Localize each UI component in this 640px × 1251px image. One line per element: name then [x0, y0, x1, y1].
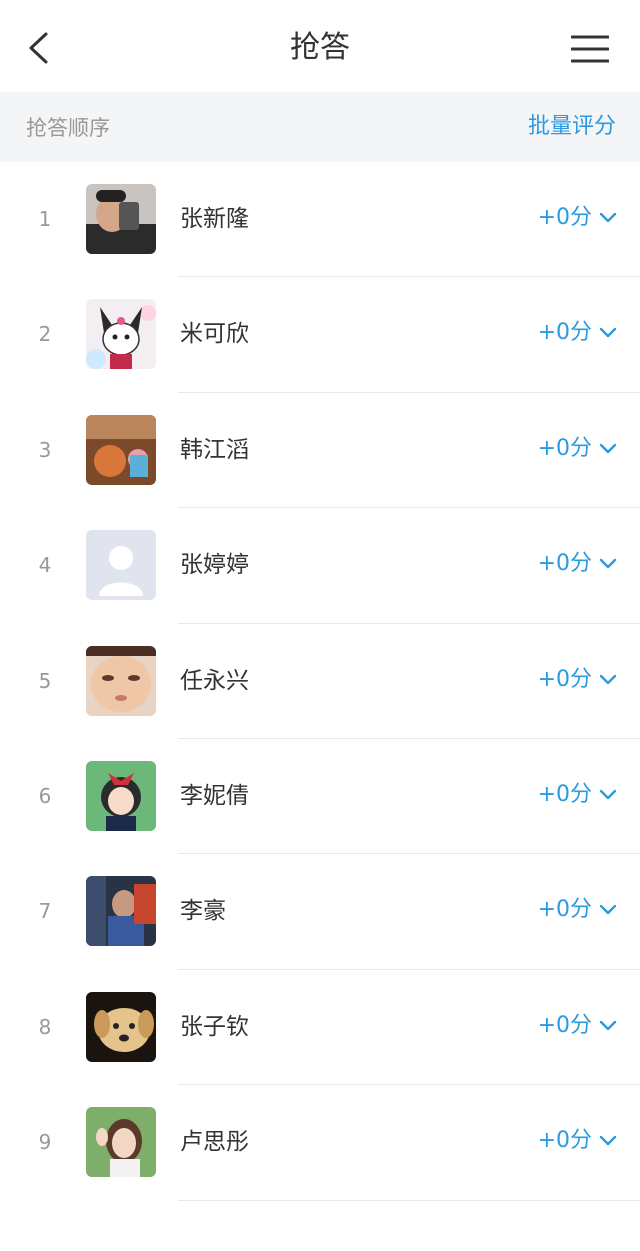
avatar-image: [86, 530, 156, 601]
score-value: +0分: [537, 897, 592, 923]
chevron-down-icon: [599, 443, 617, 453]
avatar: [86, 184, 156, 254]
score-dropdown[interactable]: +0分: [538, 548, 618, 580]
student-name: 李豪: [180, 898, 226, 925]
student-row[interactable]: 3 韩江滔 +0分: [0, 393, 640, 509]
chevron-down-icon: [599, 674, 617, 684]
student-row[interactable]: 2 米可欣 +0分: [0, 277, 640, 393]
rank-number: 8: [38, 1014, 52, 1039]
chevron-down-icon: [599, 1020, 617, 1030]
student-name: 卢思彤: [180, 1129, 249, 1156]
student-name: 韩江滔: [180, 436, 249, 463]
score-dropdown[interactable]: +0分: [538, 433, 618, 465]
avatar: [86, 1107, 156, 1178]
student-name: 任永兴: [180, 667, 249, 694]
rank-number: 3: [38, 437, 52, 462]
rank-number: 9: [38, 1130, 52, 1155]
avatar: [86, 299, 156, 370]
student-row[interactable]: 6 李妮倩 +0分: [0, 739, 640, 855]
student-list: 1 张新隆 +0分 2 米可欣 +0分 3 韩江滔 +0分 4 张婷婷 +0分 5 任永兴 +0分 6 李妮倩 +…: [0, 162, 640, 1201]
student-name: 张婷婷: [180, 552, 249, 579]
avatar-image: [86, 876, 156, 947]
rank-number: 7: [38, 899, 52, 924]
score-dropdown[interactable]: +0分: [538, 317, 618, 349]
score-value: +0分: [537, 666, 592, 692]
chevron-down-icon: [599, 558, 617, 569]
chevron-down-icon: [599, 328, 617, 338]
score-dropdown[interactable]: +0分: [538, 664, 618, 696]
student-name: 张新隆: [180, 206, 249, 232]
avatar: [86, 414, 156, 485]
score-value: +0分: [537, 320, 592, 346]
rank-number: 6: [38, 783, 52, 808]
score-value: +0分: [537, 1128, 592, 1154]
chevron-down-icon: [599, 1135, 617, 1146]
answer-order-label: 抢答顺序: [26, 116, 110, 140]
chevron-down-icon: [599, 212, 617, 223]
hamburger-menu-icon: [571, 35, 609, 63]
score-value: +0分: [537, 1012, 592, 1038]
student-row[interactable]: 9 卢思彤 +0分: [0, 1085, 640, 1201]
section-header: 抢答顺序 批量评分: [0, 92, 640, 162]
avatar: [86, 991, 156, 1062]
score-dropdown[interactable]: +0分: [538, 1125, 618, 1157]
rank-number: 2: [38, 322, 52, 347]
student-name: 米可欣: [180, 321, 249, 348]
avatar: [86, 760, 156, 831]
chevron-down-icon: [599, 905, 617, 915]
score-dropdown[interactable]: +0分: [538, 894, 618, 926]
rank-number: 1: [38, 207, 52, 231]
score-value: +0分: [537, 551, 592, 577]
student-row[interactable]: 1 张新隆 +0分: [0, 162, 640, 278]
rank-number: 4: [38, 553, 52, 578]
avatar-image: [86, 299, 156, 370]
avatar-image: [86, 991, 156, 1062]
student-row[interactable]: 4 张婷婷 +0分: [0, 508, 640, 624]
avatar: [86, 645, 156, 716]
student-row[interactable]: 7 李豪 +0分: [0, 854, 640, 970]
chevron-down-icon: [599, 789, 617, 800]
avatar-image: [86, 184, 156, 254]
menu-button[interactable]: [568, 30, 612, 68]
student-row[interactable]: 5 任永兴 +0分: [0, 624, 640, 739]
avatar-image: [86, 1107, 156, 1178]
student-name: 张子钦: [180, 1013, 249, 1040]
avatar-image: [86, 760, 156, 831]
score-value: +0分: [537, 781, 592, 807]
score-dropdown[interactable]: +0分: [538, 202, 618, 234]
page-title: 抢答: [290, 30, 350, 65]
score-dropdown[interactable]: +0分: [538, 779, 618, 811]
student-name: 李妮倩: [180, 782, 249, 809]
score-dropdown[interactable]: +0分: [538, 1010, 618, 1042]
batch-grade-button[interactable]: 批量评分: [528, 112, 616, 142]
rank-number: 5: [38, 668, 52, 693]
score-value: +0分: [537, 435, 592, 461]
score-value: +0分: [537, 205, 592, 230]
avatar: [86, 530, 156, 601]
avatar-image: [86, 645, 156, 716]
top-nav-bar: 抢答: [0, 0, 640, 92]
avatar-image: [86, 414, 156, 485]
student-row[interactable]: 8 张子钦 +0分: [0, 970, 640, 1086]
row-divider: [178, 1199, 640, 1201]
avatar: [86, 876, 156, 947]
